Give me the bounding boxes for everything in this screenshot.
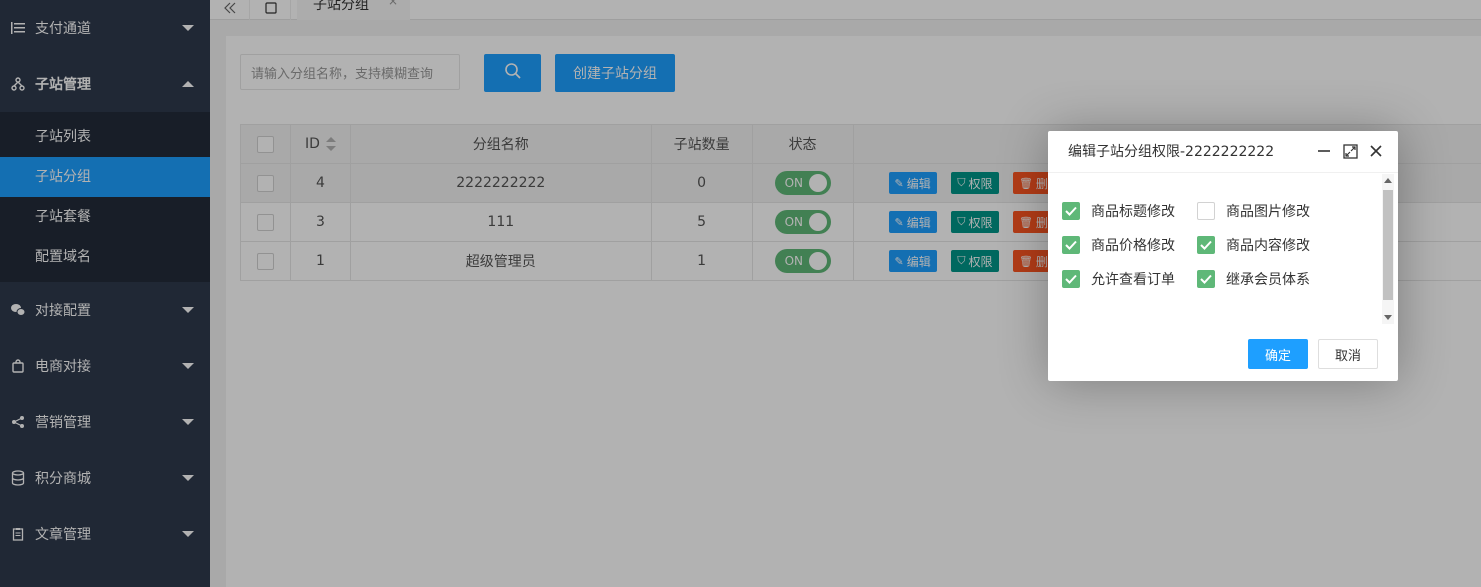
permission-item[interactable]: 商品内容修改 — [1197, 236, 1347, 254]
permission-item[interactable]: 允许查看订单 — [1062, 270, 1197, 288]
permission-item[interactable]: 商品标题修改 — [1062, 202, 1197, 220]
dialog-body: 商品标题修改 商品图片修改 商品价格修改 商品内容修改 允许查看订单 继承会员体… — [1048, 174, 1398, 324]
dialog-scrollbar[interactable] — [1382, 174, 1394, 324]
dialog-buttons: 确定 取消 — [1248, 339, 1378, 369]
permission-list: 商品标题修改 商品图片修改 商品价格修改 商品内容修改 允许查看订单 继承会员体… — [1062, 202, 1347, 288]
permission-item[interactable]: 商品图片修改 — [1197, 202, 1347, 220]
dialog-tools — [1316, 143, 1384, 159]
scrollbar-thumb[interactable] — [1383, 190, 1393, 300]
cancel-button[interactable]: 取消 — [1318, 339, 1378, 369]
minimize-icon[interactable] — [1316, 143, 1332, 159]
checkbox-checked[interactable] — [1197, 236, 1215, 254]
maximize-icon[interactable] — [1342, 143, 1358, 159]
scroll-up-icon[interactable] — [1384, 178, 1392, 183]
checkbox-unchecked[interactable] — [1197, 202, 1215, 220]
close-icon[interactable] — [1368, 143, 1384, 159]
checkbox-checked[interactable] — [1062, 270, 1080, 288]
confirm-button[interactable]: 确定 — [1248, 339, 1308, 369]
checkbox-checked[interactable] — [1062, 202, 1080, 220]
checkbox-checked[interactable] — [1197, 270, 1215, 288]
checkbox-checked[interactable] — [1062, 236, 1080, 254]
permission-dialog: 编辑子站分组权限-2222222222 商品标题修改 商品图片修改 商品价格修改 — [1048, 131, 1398, 381]
scroll-down-icon[interactable] — [1384, 315, 1392, 320]
permission-item[interactable]: 商品价格修改 — [1062, 236, 1197, 254]
permission-item[interactable]: 继承会员体系 — [1197, 270, 1347, 288]
